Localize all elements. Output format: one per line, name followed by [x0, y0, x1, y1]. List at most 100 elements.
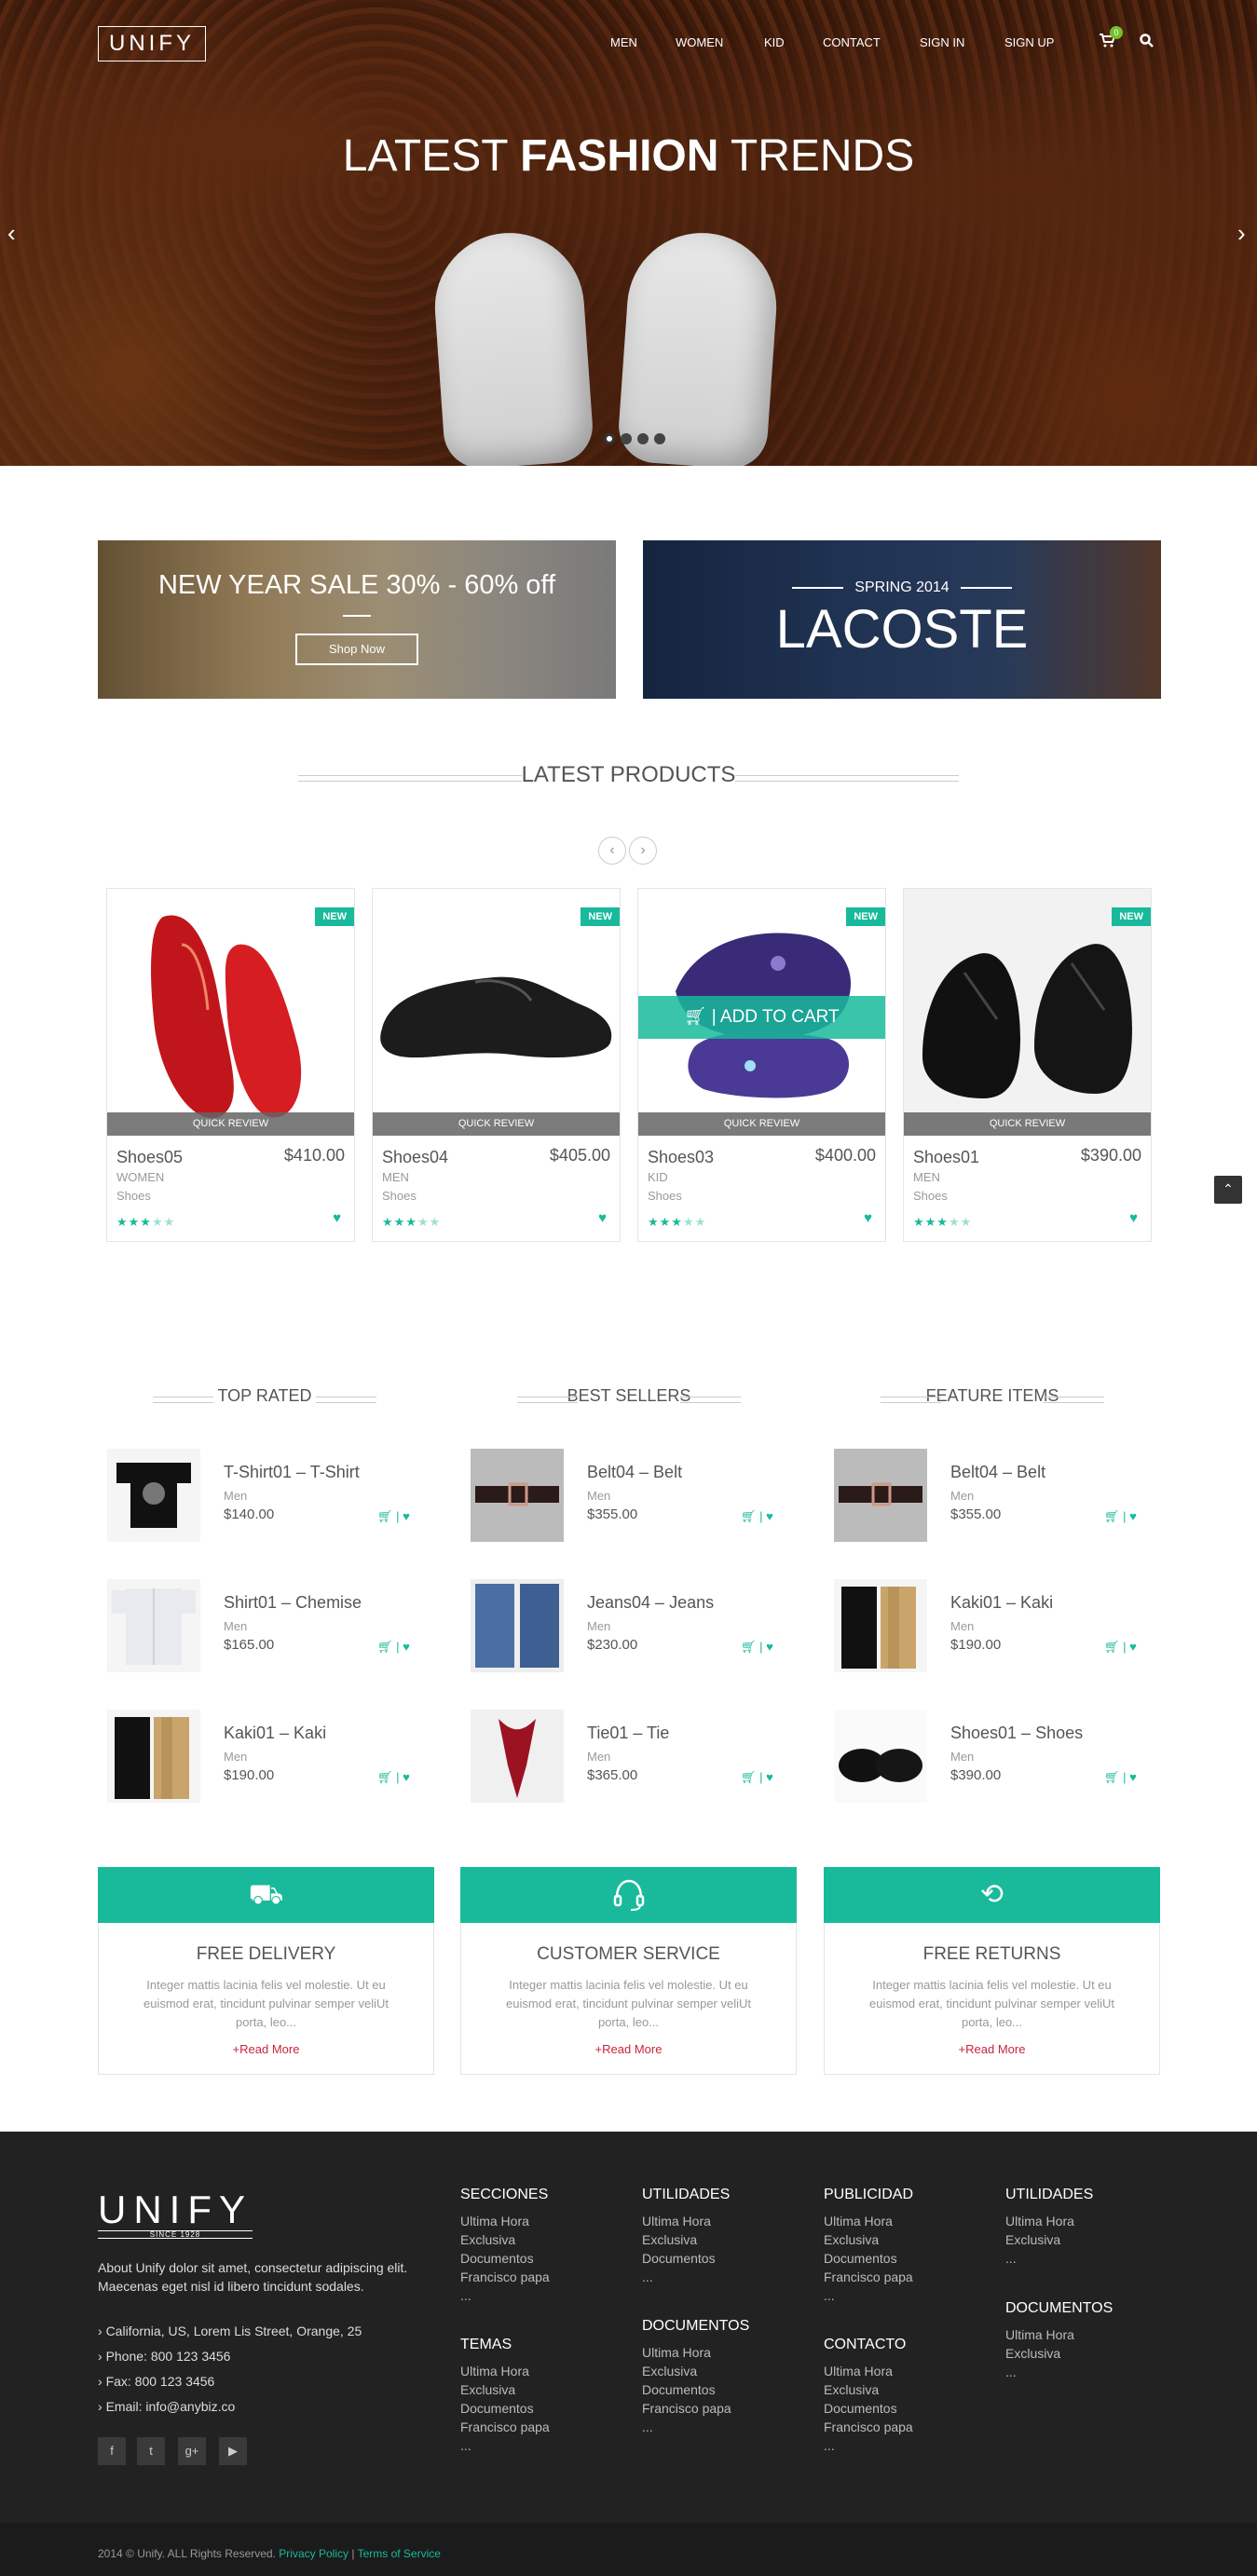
product-card[interactable]: NEW QUICK REVIEW Shoes05 $410.00 WOMEN S…	[106, 888, 355, 1242]
list-item-image[interactable]	[834, 1579, 927, 1672]
footer-link[interactable]: Documentos	[824, 2251, 897, 2266]
footer-link[interactable]: ...	[642, 2419, 653, 2434]
shop-now-button[interactable]: Shop Now	[295, 634, 418, 665]
slider-dot[interactable]	[654, 433, 665, 444]
list-item-category[interactable]: Men	[587, 1750, 610, 1764]
list-item-image[interactable]	[107, 1579, 200, 1672]
footer-link[interactable]: ...	[824, 2438, 835, 2453]
footer-link[interactable]: Francisco papa	[460, 2419, 550, 2434]
nav-women[interactable]: WOMEN	[676, 35, 723, 49]
heart-icon[interactable]: ♥	[1129, 1509, 1137, 1523]
list-item-category[interactable]: Men	[224, 1619, 247, 1633]
list-item-name[interactable]: Belt04 – Belt	[587, 1463, 682, 1482]
product-category[interactable]: Shoes	[116, 1189, 151, 1203]
footer-link[interactable]: Documentos	[642, 2251, 716, 2266]
quick-review-button[interactable]: QUICK REVIEW	[373, 1112, 620, 1136]
wishlist-heart-icon[interactable]: ♥	[598, 1210, 607, 1226]
promo-brand-banner[interactable]: SPRING 2014 LACOSTE	[643, 540, 1161, 699]
wishlist-heart-icon[interactable]: ♥	[1129, 1210, 1138, 1226]
wishlist-heart-icon[interactable]: ♥	[333, 1210, 341, 1226]
cart-icon[interactable]: 🛒︎	[1104, 1640, 1120, 1654]
twitter-icon[interactable]: t	[137, 2437, 165, 2465]
list-item-actions[interactable]: 🛒︎ | ♥	[1104, 1640, 1137, 1655]
heart-icon[interactable]: ♥	[1129, 1770, 1137, 1784]
nav-sign-up[interactable]: SIGN UP	[1004, 35, 1054, 49]
list-item-image[interactable]	[107, 1449, 200, 1542]
list-item-image[interactable]	[107, 1710, 200, 1803]
list-item-image[interactable]	[834, 1449, 927, 1542]
read-more-link[interactable]: +Read More	[825, 2042, 1159, 2056]
footer-link[interactable]: Ultima Hora	[460, 2214, 529, 2228]
footer-link[interactable]: ...	[460, 2438, 471, 2453]
carousel-prev-button[interactable]: ‹	[598, 837, 626, 865]
slider-dot[interactable]	[637, 433, 649, 444]
list-item-category[interactable]: Men	[950, 1619, 974, 1633]
heart-icon[interactable]: ♥	[1129, 1640, 1137, 1654]
footer-link[interactable]: Ultima Hora	[642, 2214, 711, 2228]
product-name[interactable]: Shoes05	[116, 1148, 183, 1167]
list-item-actions[interactable]: 🛒︎ | ♥	[377, 1509, 410, 1524]
footer-link[interactable]: Exclusiva	[1005, 2232, 1060, 2247]
product-group[interactable]: MEN	[382, 1170, 409, 1184]
heart-icon[interactable]: ♥	[403, 1770, 410, 1784]
slider-next-arrow[interactable]: ›	[1237, 219, 1246, 248]
cart-icon[interactable]: 🛒︎	[741, 1509, 757, 1523]
footer-link[interactable]: Ultima Hora	[1005, 2327, 1074, 2342]
product-category[interactable]: Shoes	[648, 1189, 682, 1203]
list-item-image[interactable]	[834, 1710, 927, 1803]
facebook-icon[interactable]: f	[98, 2437, 126, 2465]
nav-contact[interactable]: CONTACT	[823, 35, 881, 49]
list-item-image[interactable]	[471, 1710, 564, 1803]
add-to-cart-button[interactable]: 🛒︎ | ADD TO CART	[638, 996, 885, 1039]
nav-men[interactable]: MEN	[610, 35, 637, 49]
footer-link[interactable]: Documentos	[642, 2382, 716, 2397]
slider-dots[interactable]	[604, 433, 665, 444]
product-category[interactable]: Shoes	[913, 1189, 948, 1203]
list-item-category[interactable]: Men	[224, 1750, 247, 1764]
list-item-actions[interactable]: 🛒︎ | ♥	[1104, 1770, 1137, 1785]
scroll-to-top-button[interactable]: ⌃	[1214, 1176, 1242, 1204]
product-group[interactable]: WOMEN	[116, 1170, 164, 1184]
product-name[interactable]: Shoes04	[382, 1148, 448, 1167]
footer-link[interactable]: Exclusiva	[642, 2232, 697, 2247]
list-item-actions[interactable]: 🛒︎ | ♥	[1104, 1509, 1137, 1524]
product-group[interactable]: KID	[648, 1170, 668, 1184]
footer-logo[interactable]: UNIFY	[98, 2188, 253, 2232]
footer-link[interactable]: ...	[1005, 2251, 1017, 2266]
footer-link[interactable]: ...	[1005, 2365, 1017, 2379]
list-item-category[interactable]: Men	[587, 1619, 610, 1633]
slider-dot[interactable]	[604, 433, 615, 444]
list-item-name[interactable]: Tie01 – Tie	[587, 1724, 669, 1743]
footer-link[interactable]: Exclusiva	[824, 2232, 879, 2247]
footer-link[interactable]: Exclusiva	[642, 2364, 697, 2378]
footer-link[interactable]: Documentos	[460, 2401, 534, 2416]
product-card[interactable]: NEW 🛒︎ | ADD TO CART QUICK REVIEW Shoes0…	[637, 888, 886, 1242]
promo-sale-banner[interactable]: NEW YEAR SALE 30% - 60% off Shop Now	[98, 540, 616, 699]
footer-link[interactable]: Exclusiva	[460, 2232, 515, 2247]
list-item-image[interactable]	[471, 1449, 564, 1542]
list-item-actions[interactable]: 🛒︎ | ♥	[741, 1770, 773, 1785]
list-item-category[interactable]: Men	[950, 1489, 974, 1503]
list-item-category[interactable]: Men	[224, 1489, 247, 1503]
product-name[interactable]: Shoes03	[648, 1148, 714, 1167]
read-more-link[interactable]: +Read More	[461, 2042, 796, 2056]
cart-icon[interactable]: 🛒︎	[1104, 1770, 1120, 1784]
slider-dot[interactable]	[621, 433, 632, 444]
nav-sign-in[interactable]: SIGN IN	[920, 35, 964, 49]
footer-link[interactable]: ...	[460, 2288, 471, 2303]
cart-icon[interactable]: 🛒︎	[741, 1770, 757, 1784]
search-icon[interactable]	[1140, 34, 1154, 51]
heart-icon[interactable]: ♥	[403, 1509, 410, 1523]
product-name[interactable]: Shoes01	[913, 1148, 979, 1167]
terms-of-service-link[interactable]: Terms of Service	[358, 2547, 441, 2560]
carousel-next-button[interactable]: ›	[629, 837, 657, 865]
footer-link[interactable]: Francisco papa	[642, 2401, 731, 2416]
list-item-name[interactable]: Jeans04 – Jeans	[587, 1593, 714, 1613]
wishlist-heart-icon[interactable]: ♥	[864, 1210, 872, 1226]
footer-link[interactable]: Francisco papa	[824, 2419, 913, 2434]
youtube-icon[interactable]: ▶	[219, 2437, 247, 2465]
cart-icon[interactable]: 🛒︎	[377, 1509, 393, 1523]
product-category[interactable]: Shoes	[382, 1189, 417, 1203]
heart-icon[interactable]: ♥	[766, 1770, 773, 1784]
footer-link[interactable]: Ultima Hora	[824, 2214, 893, 2228]
